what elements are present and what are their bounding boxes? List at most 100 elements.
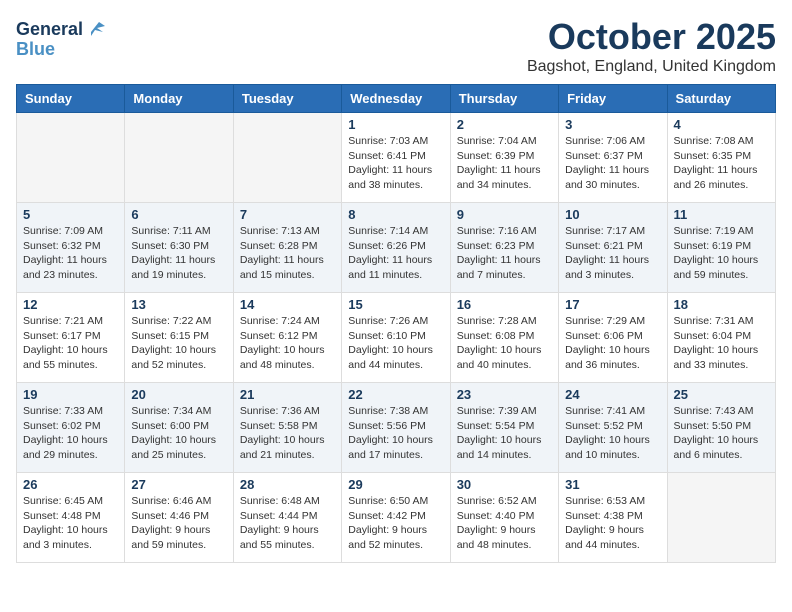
day-info: Sunrise: 7:08 AM Sunset: 6:35 PM Dayligh…	[674, 134, 769, 193]
day-number: 24	[565, 387, 660, 402]
day-number: 29	[348, 477, 443, 492]
weekday-header: Thursday	[450, 85, 558, 113]
calendar: SundayMondayTuesdayWednesdayThursdayFrid…	[16, 84, 776, 563]
day-info: Sunrise: 7:34 AM Sunset: 6:00 PM Dayligh…	[131, 404, 226, 463]
day-info: Sunrise: 7:19 AM Sunset: 6:19 PM Dayligh…	[674, 224, 769, 283]
day-info: Sunrise: 6:45 AM Sunset: 4:48 PM Dayligh…	[23, 494, 118, 553]
day-info: Sunrise: 6:50 AM Sunset: 4:42 PM Dayligh…	[348, 494, 443, 553]
day-number: 6	[131, 207, 226, 222]
day-info: Sunrise: 6:46 AM Sunset: 4:46 PM Dayligh…	[131, 494, 226, 553]
day-number: 21	[240, 387, 335, 402]
day-number: 14	[240, 297, 335, 312]
calendar-cell: 22Sunrise: 7:38 AM Sunset: 5:56 PM Dayli…	[342, 383, 450, 473]
day-info: Sunrise: 7:33 AM Sunset: 6:02 PM Dayligh…	[23, 404, 118, 463]
day-number: 31	[565, 477, 660, 492]
calendar-cell: 18 Sunrise: 7:31 AM Sunset: 6:04 PM Dayli…	[667, 293, 775, 383]
title-area: October 2025 Bagshot, England, United Ki…	[527, 16, 776, 76]
calendar-cell: 14Sunrise: 7:24 AM Sunset: 6:12 PM Dayli…	[233, 293, 341, 383]
calendar-cell: 20 Sunrise: 7:34 AM Sunset: 6:00 PM Dayli…	[125, 383, 233, 473]
calendar-cell: 10Sunrise: 7:17 AM Sunset: 6:21 PM Dayli…	[559, 203, 667, 293]
day-info: Sunrise: 7:29 AM Sunset: 6:06 PM Dayligh…	[565, 314, 660, 373]
day-info: Sunrise: 7:17 AM Sunset: 6:21 PM Dayligh…	[565, 224, 660, 283]
calendar-cell: 8Sunrise: 7:14 AM Sunset: 6:26 PM Daylig…	[342, 203, 450, 293]
calendar-cell: 11 Sunrise: 7:19 AM Sunset: 6:19 PM Dayli…	[667, 203, 775, 293]
weekday-header: Sunday	[17, 85, 125, 113]
calendar-cell: 9 Sunrise: 7:16 AM Sunset: 6:23 PM Daylig…	[450, 203, 558, 293]
calendar-cell: 4 Sunrise: 7:08 AM Sunset: 6:35 PM Daylig…	[667, 113, 775, 203]
day-info: Sunrise: 6:53 AM Sunset: 4:38 PM Dayligh…	[565, 494, 660, 553]
day-number: 4	[674, 117, 769, 132]
day-number: 18	[674, 297, 769, 312]
weekday-header: Saturday	[667, 85, 775, 113]
weekday-header: Tuesday	[233, 85, 341, 113]
logo-text-line1: General	[16, 20, 83, 40]
day-number: 27	[131, 477, 226, 492]
day-number: 20	[131, 387, 226, 402]
day-info: Sunrise: 7:36 AM Sunset: 5:58 PM Dayligh…	[240, 404, 335, 463]
day-info: Sunrise: 7:21 AM Sunset: 6:17 PM Dayligh…	[23, 314, 118, 373]
calendar-cell: 16 Sunrise: 7:28 AM Sunset: 6:08 PM Dayli…	[450, 293, 558, 383]
calendar-header-row: SundayMondayTuesdayWednesdayThursdayFrid…	[17, 85, 776, 113]
weekday-header: Friday	[559, 85, 667, 113]
calendar-cell: 15 Sunrise: 7:26 AM Sunset: 6:10 PM Dayli…	[342, 293, 450, 383]
day-number: 1	[348, 117, 443, 132]
calendar-week-row: 1 Sunrise: 7:03 AM Sunset: 6:41 PM Daylig…	[17, 113, 776, 203]
day-info: Sunrise: 7:38 AM Sunset: 5:56 PM Dayligh…	[348, 404, 443, 463]
day-number: 2	[457, 117, 552, 132]
header: General Blue October 2025 Bagshot, Engla…	[16, 16, 776, 76]
calendar-week-row: 26 Sunrise: 6:45 AM Sunset: 4:48 PM Dayli…	[17, 473, 776, 563]
calendar-cell: 3Sunrise: 7:06 AM Sunset: 6:37 PM Daylig…	[559, 113, 667, 203]
day-info: Sunrise: 7:39 AM Sunset: 5:54 PM Dayligh…	[457, 404, 552, 463]
month-title: October 2025	[527, 16, 776, 58]
calendar-cell: 25 Sunrise: 7:43 AM Sunset: 5:50 PM Dayli…	[667, 383, 775, 473]
calendar-cell: 17 Sunrise: 7:29 AM Sunset: 6:06 PM Dayli…	[559, 293, 667, 383]
day-info: Sunrise: 7:04 AM Sunset: 6:39 PM Dayligh…	[457, 134, 552, 193]
calendar-cell: 23 Sunrise: 7:39 AM Sunset: 5:54 PM Dayli…	[450, 383, 558, 473]
calendar-week-row: 19 Sunrise: 7:33 AM Sunset: 6:02 PM Dayli…	[17, 383, 776, 473]
logo-bird-icon	[85, 18, 107, 40]
calendar-week-row: 12 Sunrise: 7:21 AM Sunset: 6:17 PM Dayli…	[17, 293, 776, 383]
weekday-header: Wednesday	[342, 85, 450, 113]
calendar-cell: 2 Sunrise: 7:04 AM Sunset: 6:39 PM Daylig…	[450, 113, 558, 203]
day-info: Sunrise: 7:03 AM Sunset: 6:41 PM Dayligh…	[348, 134, 443, 193]
day-number: 16	[457, 297, 552, 312]
day-number: 25	[674, 387, 769, 402]
logo-text-line2: Blue	[16, 40, 107, 60]
calendar-week-row: 5 Sunrise: 7:09 AM Sunset: 6:32 PM Daylig…	[17, 203, 776, 293]
day-number: 11	[674, 207, 769, 222]
day-number: 28	[240, 477, 335, 492]
calendar-cell	[233, 113, 341, 203]
day-number: 19	[23, 387, 118, 402]
day-info: Sunrise: 7:28 AM Sunset: 6:08 PM Dayligh…	[457, 314, 552, 373]
calendar-cell: 19 Sunrise: 7:33 AM Sunset: 6:02 PM Dayli…	[17, 383, 125, 473]
weekday-header: Monday	[125, 85, 233, 113]
day-number: 30	[457, 477, 552, 492]
calendar-cell	[17, 113, 125, 203]
day-number: 12	[23, 297, 118, 312]
logo: General Blue	[16, 20, 107, 60]
day-info: Sunrise: 6:48 AM Sunset: 4:44 PM Dayligh…	[240, 494, 335, 553]
calendar-cell: 30 Sunrise: 6:52 AM Sunset: 4:40 PM Dayli…	[450, 473, 558, 563]
calendar-cell: 31 Sunrise: 6:53 AM Sunset: 4:38 PM Dayli…	[559, 473, 667, 563]
calendar-cell	[125, 113, 233, 203]
day-number: 9	[457, 207, 552, 222]
calendar-cell: 24Sunrise: 7:41 AM Sunset: 5:52 PM Dayli…	[559, 383, 667, 473]
day-number: 8	[348, 207, 443, 222]
day-info: Sunrise: 7:16 AM Sunset: 6:23 PM Dayligh…	[457, 224, 552, 283]
day-number: 13	[131, 297, 226, 312]
day-number: 15	[348, 297, 443, 312]
calendar-cell: 1 Sunrise: 7:03 AM Sunset: 6:41 PM Daylig…	[342, 113, 450, 203]
day-info: Sunrise: 6:52 AM Sunset: 4:40 PM Dayligh…	[457, 494, 552, 553]
day-info: Sunrise: 7:43 AM Sunset: 5:50 PM Dayligh…	[674, 404, 769, 463]
day-number: 5	[23, 207, 118, 222]
day-info: Sunrise: 7:09 AM Sunset: 6:32 PM Dayligh…	[23, 224, 118, 283]
day-number: 23	[457, 387, 552, 402]
day-number: 17	[565, 297, 660, 312]
day-info: Sunrise: 7:26 AM Sunset: 6:10 PM Dayligh…	[348, 314, 443, 373]
day-number: 26	[23, 477, 118, 492]
calendar-cell: 5 Sunrise: 7:09 AM Sunset: 6:32 PM Daylig…	[17, 203, 125, 293]
day-info: Sunrise: 7:13 AM Sunset: 6:28 PM Dayligh…	[240, 224, 335, 283]
day-info: Sunrise: 7:06 AM Sunset: 6:37 PM Dayligh…	[565, 134, 660, 193]
day-info: Sunrise: 7:31 AM Sunset: 6:04 PM Dayligh…	[674, 314, 769, 373]
calendar-cell	[667, 473, 775, 563]
